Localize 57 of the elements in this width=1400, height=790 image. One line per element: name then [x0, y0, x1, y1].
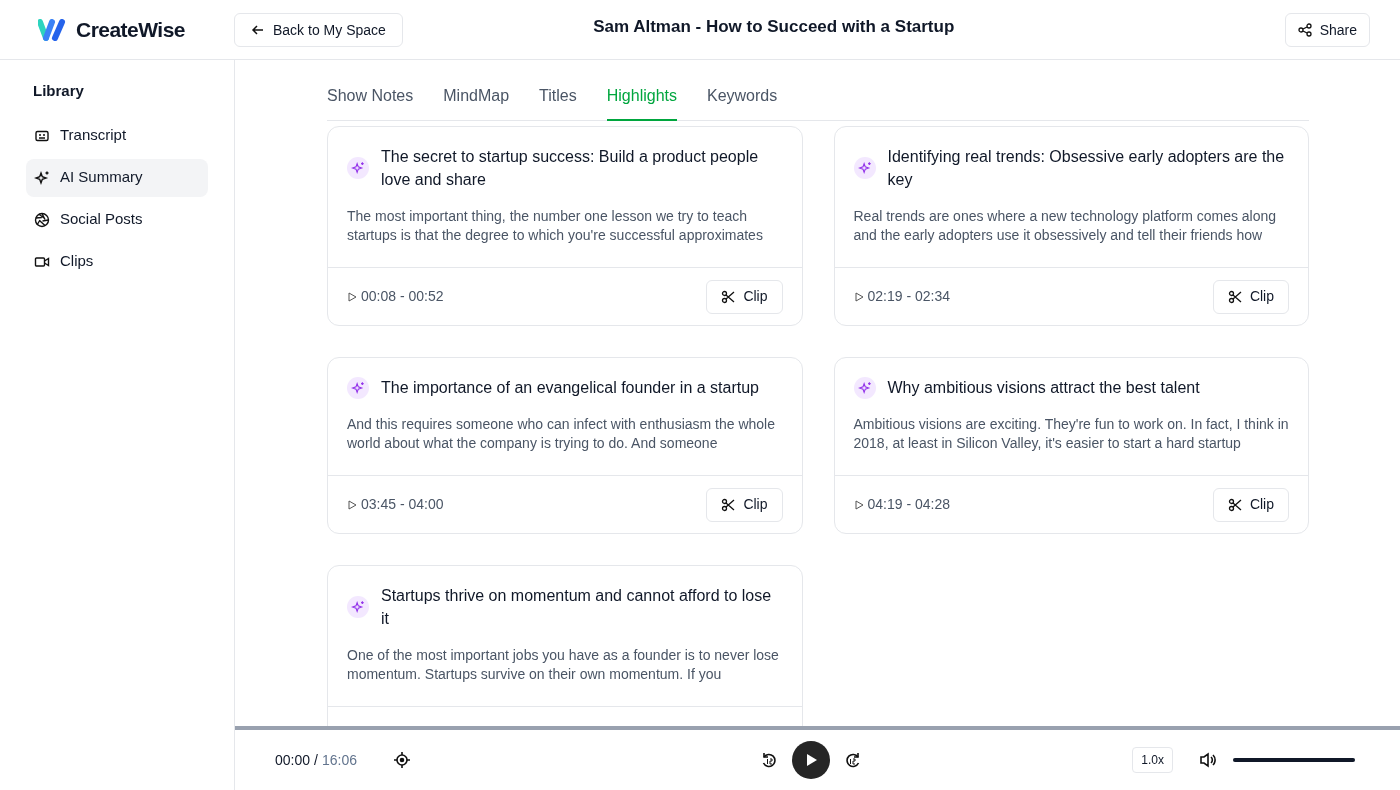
forward-icon[interactable]: [844, 751, 862, 769]
play-icon[interactable]: [347, 499, 357, 510]
highlight-excerpt: One of the most important jobs you have as a founder is to never lose momentum. Startups survive on their own momentum. If you: [347, 646, 780, 684]
time-range: 02:19 - 02:34: [867, 287, 950, 306]
sparkle-icon: [34, 169, 50, 186]
aperture-icon: [34, 211, 50, 228]
sparkle-badge-icon: [347, 596, 369, 618]
time-range: 00:08 - 00:52: [361, 287, 444, 306]
scissors-icon: [721, 497, 736, 512]
clip-button[interactable]: Clip: [1212, 487, 1289, 522]
highlight-title: Identifying real trends: Obsessive early adopters are the key: [887, 147, 1286, 190]
highlight-title: Startups thrive on momentum and cannot afford to lose it: [381, 586, 773, 629]
sidebar-item[interactable]: AI Summary: [26, 158, 208, 197]
play-icon[interactable]: [347, 291, 357, 302]
app-name: CreateWise: [76, 16, 185, 43]
rewind-icon[interactable]: [760, 751, 778, 769]
highlight-excerpt: The most important thing, the number one lesson we try to teach startups is that the degree to which you're successful approximates: [347, 207, 764, 245]
play-icon[interactable]: [853, 291, 864, 302]
time-range: 03:45 - 04:00: [361, 495, 444, 514]
duration: 16:06: [321, 751, 357, 770]
share-button[interactable]: Share: [1284, 12, 1370, 47]
highlight-title: Why ambitious visions attract the best talent: [887, 378, 1200, 398]
highlight-title: The importance of an evangelical founder in a startup: [381, 378, 759, 398]
tab[interactable]: Titles: [539, 83, 577, 121]
tab[interactable]: Show Notes: [327, 83, 414, 121]
arrow-left-icon: [251, 22, 265, 37]
target-icon[interactable]: [393, 751, 411, 769]
volume-slider[interactable]: [1233, 758, 1355, 762]
volume-icon[interactable]: [1199, 751, 1219, 769]
sidebar-heading: Library: [32, 81, 85, 101]
scissors-icon: [1227, 497, 1242, 512]
highlight-excerpt: Ambitious visions are exciting. They're fun to work on. In fact, I think in 2018, at least in Silicon Valley, it's easier to start a hard startup: [853, 415, 1289, 453]
speed-button[interactable]: 1.0x: [1132, 747, 1173, 773]
clip-button[interactable]: Clip: [706, 487, 783, 522]
scissors-icon: [1227, 289, 1242, 304]
time-range: 04:19 - 04:28: [867, 495, 950, 514]
logo-icon: [38, 18, 68, 41]
clip-button[interactable]: Clip: [1212, 279, 1289, 314]
sparkle-badge-icon: [347, 157, 369, 179]
sparkle-badge-icon: [853, 376, 876, 399]
highlight-excerpt: Real trends are ones where a new technology platform comes along and the early adopters use it obsessively and tell their friends how: [853, 207, 1278, 245]
sparkle-badge-icon: [347, 376, 369, 399]
back-button[interactable]: Back to My Space: [234, 12, 403, 47]
highlight-excerpt: And this requires someone who can infect with enthusiasm the whole world about what the company is trying to do. And someone: [347, 415, 776, 453]
play-icon[interactable]: [853, 499, 864, 510]
play-button[interactable]: [792, 741, 830, 779]
tab[interactable]: Keywords: [707, 83, 778, 121]
highlight-title: The secret to startup success: Build a product people love and share: [381, 147, 760, 190]
sparkle-badge-icon: [853, 157, 876, 179]
current-time: 00:00: [275, 751, 311, 770]
play-icon: [804, 753, 818, 767]
clip-button[interactable]: Clip: [706, 279, 783, 314]
scissors-icon: [721, 289, 736, 304]
time-separator: /: [314, 751, 318, 770]
page-title: Sam Altman - How to Succeed with a Startup: [593, 15, 955, 38]
tab[interactable]: MindMap: [443, 83, 510, 121]
share-icon: [1297, 22, 1312, 37]
